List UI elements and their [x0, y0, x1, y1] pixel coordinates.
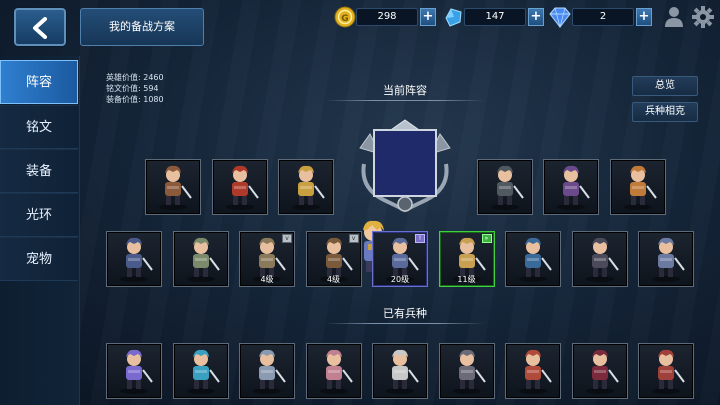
unit-vampire-icon: [585, 349, 619, 394]
unit-card[interactable]: [172, 231, 229, 287]
top-bar: 我的备战方案 G 298 + 147 + 2 +: [0, 0, 720, 50]
value-stats: 英雄价值: 2460 铭文价值: 594 装备价值: 1080: [106, 72, 164, 105]
unit-card[interactable]: [438, 343, 495, 399]
hero-value-text: 英雄价值: 2460: [106, 73, 164, 82]
diamond-counter: 2 +: [548, 7, 652, 28]
unit-level-label: 20级: [390, 275, 410, 284]
upgrade-badge: »: [481, 234, 492, 243]
unit-card[interactable]: [638, 231, 694, 287]
current-lineup-title: 当前阵容: [383, 84, 427, 97]
unit-gray-armor-icon: [452, 349, 486, 394]
gold-counter: G 298 +: [334, 6, 436, 28]
upgrade-badge: v: [282, 234, 292, 243]
unit-card[interactable]: » 11级: [438, 231, 495, 287]
unit-blonde-warrior-icon: [292, 165, 325, 210]
unit-card[interactable]: v 4级: [305, 231, 362, 287]
unit-red-paladin-icon: [652, 349, 685, 394]
unit-card[interactable]: [305, 343, 362, 399]
unit-ninja-black-icon: [491, 165, 524, 210]
blue-crystal-icon: [445, 8, 462, 27]
back-arrow-icon: [33, 17, 47, 39]
unit-counter-button[interactable]: 兵种相克: [632, 102, 698, 122]
diamond-add-button[interactable]: +: [636, 8, 652, 26]
unit-shield-guard-icon: [186, 237, 220, 282]
equipment-value-text: 装备价值: 1080: [106, 95, 164, 104]
unit-red-knight-icon: [226, 165, 259, 210]
svg-text:G: G: [341, 14, 348, 24]
unit-card[interactable]: [212, 159, 268, 215]
battle-plan-button[interactable]: 我的备战方案: [80, 8, 204, 46]
inscription-value-text: 铭文价值: 594: [106, 84, 159, 93]
unit-purple-brute-icon: [557, 165, 590, 210]
unit-cyan-sorceress-icon: [186, 349, 220, 394]
diamond-icon: [549, 7, 571, 28]
user-icon[interactable]: [664, 6, 684, 28]
upgrade-badge: !: [415, 234, 425, 243]
title-divider: [325, 323, 485, 324]
unit-crystal-mage-icon: [120, 349, 153, 394]
unit-dragon-rider-icon: [519, 237, 552, 282]
crystal-value: 147: [464, 8, 526, 26]
unit-card[interactable]: [477, 159, 533, 215]
unit-card[interactable]: [239, 343, 295, 399]
sidebar-item-pet[interactable]: 宠物: [0, 237, 78, 281]
crystal-add-button[interactable]: +: [528, 8, 544, 26]
unit-level-label: 11级: [457, 275, 476, 284]
sidebar-item-lineup[interactable]: 阵容: [0, 60, 78, 104]
unit-dark-golem-icon: [585, 237, 619, 282]
unit-card[interactable]: [278, 159, 334, 215]
sidebar-item-aura[interactable]: 光环: [0, 193, 78, 237]
unit-card[interactable]: [543, 159, 599, 215]
gear-icon[interactable]: [692, 6, 714, 28]
unit-fox-archer-icon: [624, 165, 657, 210]
unit-card[interactable]: [106, 343, 162, 399]
unit-white-priest-icon: [386, 349, 419, 394]
back-button[interactable]: [14, 8, 66, 46]
sidebar-item-equipment[interactable]: 装备: [0, 149, 78, 193]
gold-add-button[interactable]: +: [420, 8, 436, 26]
title-divider: [325, 100, 485, 101]
shield-icon: [359, 119, 451, 213]
unit-crossbowman-icon: [120, 237, 153, 282]
unit-pink-golem-icon: [319, 349, 353, 394]
unit-card[interactable]: [145, 159, 201, 215]
unit-card[interactable]: [505, 343, 561, 399]
unit-card[interactable]: [610, 159, 666, 215]
unit-silver-knight-icon: [253, 349, 286, 394]
upgrade-badge: v: [348, 234, 359, 243]
gold-value: 298: [356, 8, 418, 26]
unit-card[interactable]: [571, 343, 628, 399]
unit-card[interactable]: [638, 343, 694, 399]
overview-button[interactable]: 总览: [632, 76, 698, 96]
sidebar-item-inscription[interactable]: 铭文: [0, 105, 78, 149]
leader-emblem[interactable]: [350, 118, 460, 272]
unit-swordsman-brown-icon: [159, 165, 192, 210]
unit-level-label: 4级: [260, 275, 274, 284]
unit-card[interactable]: ! 20级: [372, 231, 428, 287]
sidebar: 阵容 铭文 装备 光环 宠物: [0, 56, 80, 405]
unit-card[interactable]: [172, 343, 229, 399]
owned-units-title: 已有兵种: [383, 307, 427, 320]
gold-coin-icon: G: [334, 6, 356, 28]
unit-card[interactable]: [106, 231, 162, 287]
unit-red-brawler-icon: [519, 349, 552, 394]
crystal-counter: 147 +: [442, 8, 544, 27]
unit-gunner-icon: [652, 237, 685, 282]
unit-level-label: 4级: [326, 275, 341, 284]
unit-card[interactable]: v 4级: [239, 231, 295, 287]
diamond-value: 2: [572, 8, 634, 26]
unit-card[interactable]: [372, 343, 428, 399]
unit-card[interactable]: [571, 231, 628, 287]
unit-card[interactable]: [505, 231, 561, 287]
